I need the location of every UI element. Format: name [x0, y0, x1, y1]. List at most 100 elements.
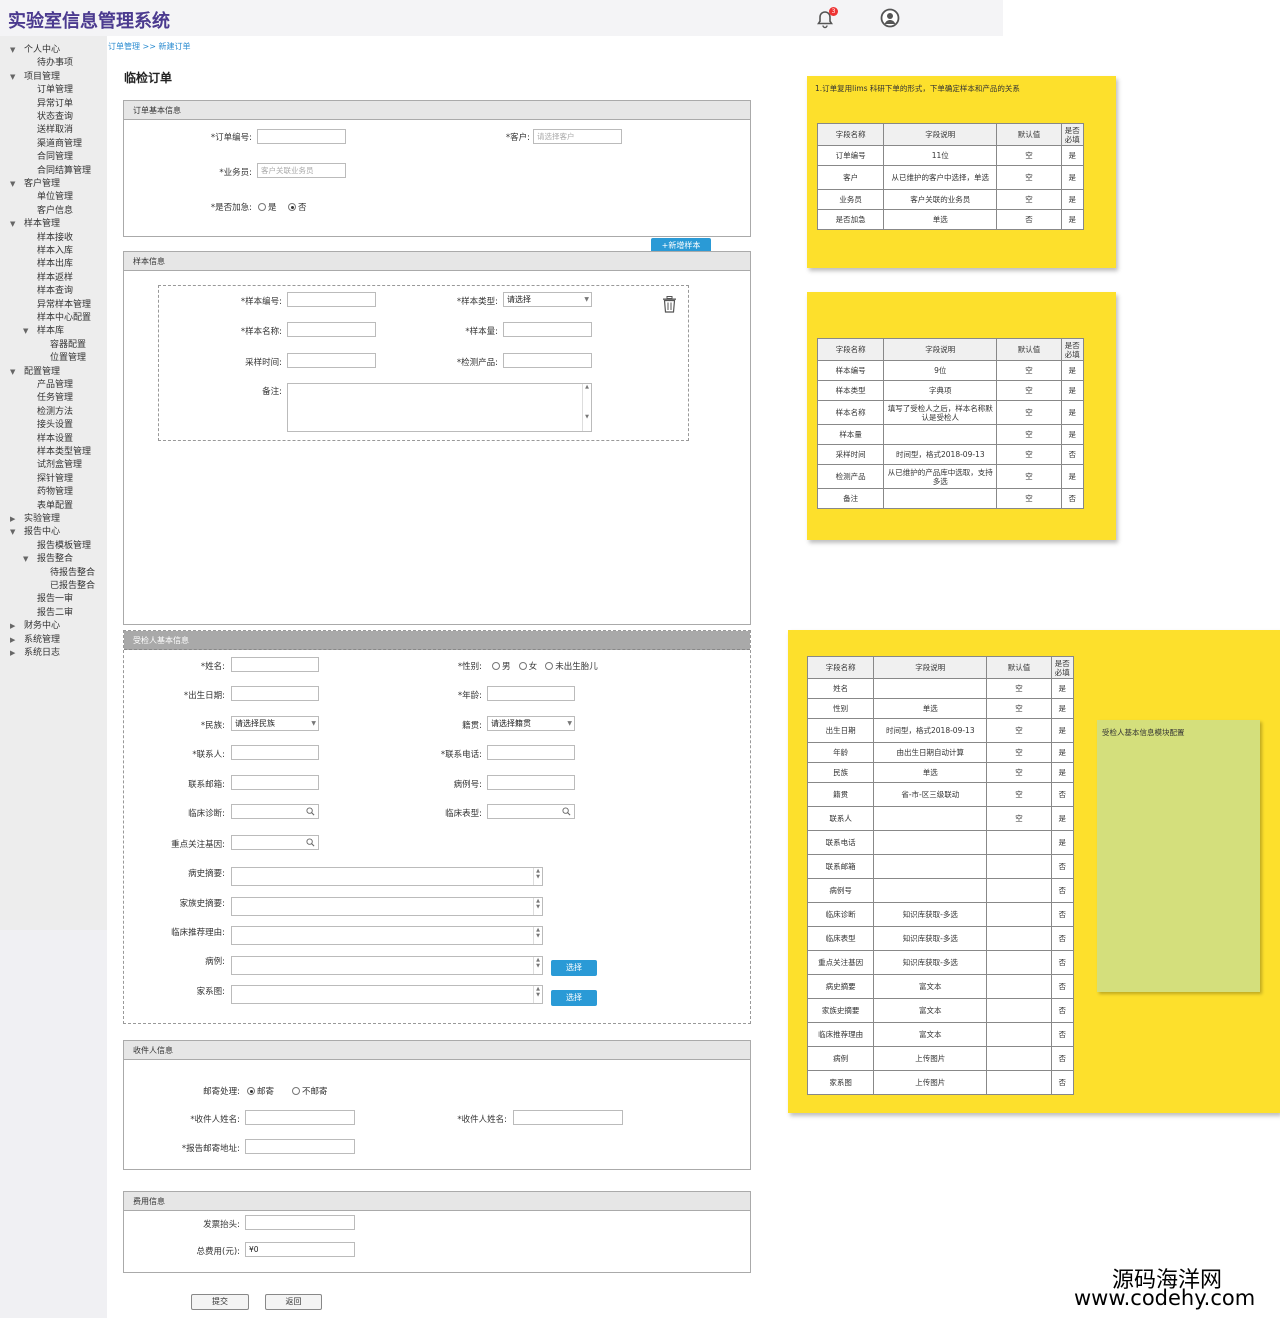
- sample-type-select[interactable]: 请选择 ▼: [503, 292, 592, 307]
- female-radio[interactable]: [518, 662, 527, 670]
- diagnosis-input[interactable]: [231, 804, 319, 819]
- sidebar-item[interactable]: 报告一审: [37, 593, 73, 605]
- sidebar-item[interactable]: 样本查询: [37, 285, 73, 297]
- sidebar-item[interactable]: 样本接收: [37, 232, 73, 244]
- order-no-input[interactable]: [257, 129, 346, 144]
- sidebar-item[interactable]: 单位管理: [37, 191, 73, 203]
- sidebar-item[interactable]: 待报告整合: [50, 567, 95, 579]
- urgent-no-radio[interactable]: [288, 203, 296, 211]
- trash-icon[interactable]: [662, 296, 677, 313]
- breadcrumb[interactable]: 订单管理 >> 新建订单: [108, 41, 191, 52]
- pedigree-textarea[interactable]: ▲ ▼: [231, 985, 543, 1004]
- mail-no-option[interactable]: 不邮寄: [292, 1085, 328, 1097]
- sidebar-item[interactable]: 产品管理: [37, 379, 73, 391]
- caret-down-icon[interactable]: ▼: [10, 178, 15, 190]
- caret-right-icon[interactable]: ▶: [10, 513, 15, 525]
- case-no-input[interactable]: [487, 775, 575, 790]
- sidebar-item[interactable]: 送样取消: [37, 124, 73, 136]
- mail-no-radio[interactable]: [292, 1087, 300, 1095]
- sidebar-item[interactable]: 样本设置: [37, 433, 73, 445]
- scrollbar[interactable]: ▲ ▼: [533, 986, 542, 1003]
- search-icon[interactable]: [306, 838, 315, 847]
- history-textarea[interactable]: ▲ ▼: [231, 867, 543, 886]
- submit-button[interactable]: 提交: [191, 1294, 249, 1310]
- product-input[interactable]: [503, 353, 592, 368]
- sidebar-item[interactable]: 表单配置: [37, 500, 73, 512]
- caret-down-icon[interactable]: ▼: [10, 218, 15, 230]
- receiver-name-input[interactable]: [245, 1110, 355, 1125]
- sidebar-item[interactable]: 财务中心: [24, 620, 60, 632]
- caret-right-icon[interactable]: ▶: [10, 634, 15, 646]
- collect-time-input[interactable]: [287, 353, 376, 368]
- sample-qty-input[interactable]: [503, 322, 592, 337]
- sidebar-item[interactable]: 位置管理: [50, 352, 86, 364]
- scrollbar[interactable]: ▲ ▼: [533, 898, 542, 915]
- sidebar-item[interactable]: 报告中心: [24, 526, 60, 538]
- sidebar-item[interactable]: 状态查询: [37, 111, 73, 123]
- sidebar-item[interactable]: 项目管理: [24, 71, 60, 83]
- sidebar-item[interactable]: 客户管理: [24, 178, 60, 190]
- sidebar-item[interactable]: 异常订单: [37, 98, 73, 110]
- sidebar-item[interactable]: 客户信息: [37, 205, 73, 217]
- sidebar-item[interactable]: 药物管理: [37, 486, 73, 498]
- sidebar-item[interactable]: 报告整合: [37, 553, 73, 565]
- sidebar-item[interactable]: 样本返样: [37, 272, 73, 284]
- back-button[interactable]: 返回: [265, 1294, 322, 1310]
- caret-right-icon[interactable]: ▶: [10, 647, 15, 659]
- sidebar-item[interactable]: 渠道商管理: [37, 138, 82, 150]
- email-input[interactable]: [231, 775, 319, 790]
- choose-case-button[interactable]: 选择: [551, 960, 597, 976]
- sample-no-input[interactable]: [287, 292, 376, 307]
- sidebar-item[interactable]: 合同管理: [37, 151, 73, 163]
- gene-input[interactable]: [231, 835, 319, 850]
- invoice-input[interactable]: [245, 1215, 355, 1230]
- birth-input[interactable]: [231, 686, 319, 701]
- sample-name-input[interactable]: [287, 322, 376, 337]
- ethnic-select[interactable]: 请选择民族 ▼: [231, 716, 319, 731]
- choose-pedigree-button[interactable]: 选择: [551, 990, 597, 1006]
- sidebar-item[interactable]: 已报告整合: [50, 580, 95, 592]
- mail-yes-radio[interactable]: [247, 1087, 255, 1095]
- sidebar-item[interactable]: 系统管理: [24, 634, 60, 646]
- caret-down-icon[interactable]: ▼: [10, 366, 15, 378]
- sidebar-item[interactable]: 样本库: [37, 325, 64, 337]
- sidebar-item[interactable]: 试剂盒管理: [37, 459, 82, 471]
- caret-down-icon[interactable]: ▼: [10, 526, 15, 538]
- urgent-yes-option[interactable]: 是: [258, 201, 277, 213]
- receiver-name2-input[interactable]: [513, 1110, 623, 1125]
- urgent-no-option[interactable]: 否: [288, 201, 307, 213]
- sidebar-item[interactable]: 样本出库: [37, 258, 73, 270]
- scrollbar[interactable]: ▲ ▼: [533, 927, 542, 944]
- scrollbar[interactable]: ▲ ▼: [533, 868, 542, 885]
- phenotype-input[interactable]: [487, 804, 575, 819]
- scrollbar[interactable]: ▲ ▼: [582, 384, 591, 431]
- sidebar-item[interactable]: 样本类型管理: [37, 446, 91, 458]
- unborn-radio[interactable]: [545, 662, 554, 670]
- sidebar-item[interactable]: 样本管理: [24, 218, 60, 230]
- caret-right-icon[interactable]: ▶: [10, 620, 15, 632]
- sidebar-item[interactable]: 样本中心配置: [37, 312, 91, 324]
- sidebar-item[interactable]: 任务管理: [37, 392, 73, 404]
- customer-input[interactable]: 请选择客户: [533, 129, 622, 144]
- sidebar-item[interactable]: 检测方法: [37, 406, 73, 418]
- sidebar-item[interactable]: 探针管理: [37, 473, 73, 485]
- remark-textarea[interactable]: ▲ ▼: [287, 383, 592, 432]
- search-icon[interactable]: [306, 807, 315, 816]
- sidebar-item[interactable]: 报告模板管理: [37, 540, 91, 552]
- scrollbar[interactable]: ▲ ▼: [533, 957, 542, 974]
- case-textarea[interactable]: ▲ ▼: [231, 956, 543, 975]
- sidebar-item[interactable]: 系统日志: [24, 647, 60, 659]
- male-radio[interactable]: [492, 662, 500, 670]
- search-icon[interactable]: [562, 807, 571, 816]
- sidebar-item[interactable]: 容器配置: [50, 339, 86, 351]
- sidebar-item[interactable]: 个人中心: [24, 44, 60, 56]
- contact-input[interactable]: [231, 745, 319, 760]
- reason-textarea[interactable]: ▲ ▼: [231, 926, 543, 945]
- mail-yes-option[interactable]: 邮寄: [247, 1085, 274, 1097]
- sidebar-item[interactable]: 接头设置: [37, 419, 73, 431]
- sidebar-item[interactable]: 订单管理: [37, 84, 73, 96]
- native-select[interactable]: 请选择籍贯 ▼: [487, 716, 575, 731]
- sidebar-item[interactable]: 待办事项: [37, 57, 73, 69]
- phone-input[interactable]: [487, 745, 575, 760]
- gender-options[interactable]: 男 女 未出生胎儿: [492, 660, 598, 672]
